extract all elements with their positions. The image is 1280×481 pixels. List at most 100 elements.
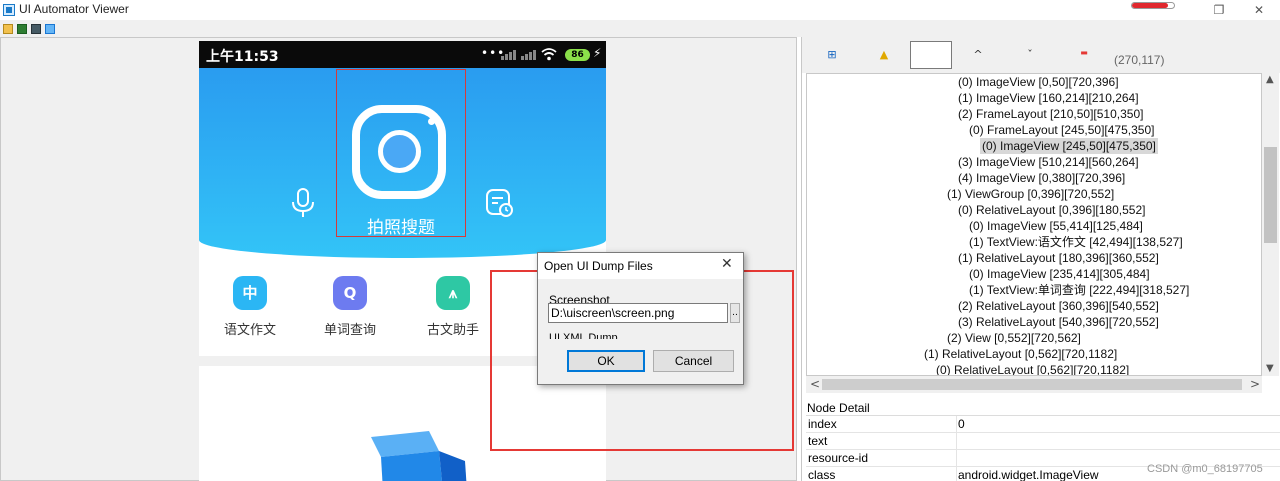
vertical-scroll-thumb[interactable]	[1264, 147, 1277, 243]
tree-node[interactable]: (0) FrameLayout [245,50][475,350]	[969, 122, 1154, 138]
xml-dump-label: UI XML Dump	[549, 332, 618, 339]
detail-row[interactable]: text	[806, 433, 1280, 450]
hierarchy-toolbar: ⊞ ▲ ^ ˇ ▬ (270,117)	[802, 37, 1280, 73]
ok-button[interactable]: OK	[567, 350, 645, 372]
tool-classical-helper[interactable]: ⩚ 古文助手	[418, 276, 488, 338]
hierarchy-tree[interactable]: (0) ImageView [0,50][720,396] (1) ImageVi…	[806, 73, 1262, 376]
tree-node[interactable]: (0) RelativeLayout [0,562][720,1182]	[936, 362, 1129, 375]
dialog-title: Open UI Dump Files	[544, 259, 653, 273]
cursor-coordinates: (270,117)	[1114, 53, 1165, 67]
warning-icon[interactable]: ▲	[876, 48, 892, 61]
signal-bar-icon	[529, 52, 532, 60]
detail-column-separator	[956, 450, 957, 467]
detail-column-separator	[956, 433, 957, 450]
window-title: UI Automator Viewer	[19, 2, 129, 16]
status-time: 上午11:53	[206, 49, 279, 65]
detail-key: class	[808, 468, 836, 481]
save-icon[interactable]	[45, 24, 55, 34]
photo-search-banner: 拍照搜题	[199, 68, 606, 258]
dialog-close-button[interactable]: ✕	[721, 256, 733, 272]
tree-vertical-scrollbar[interactable]: ▲ ▼	[1262, 73, 1279, 376]
detail-value: android.widget.ImageView	[958, 468, 1099, 481]
next-node-icon[interactable]: ˇ	[1022, 48, 1038, 61]
restore-window-button[interactable]: ❐	[1204, 1, 1234, 19]
tree-node[interactable]: (3) ImageView [510,214][560,264]	[958, 154, 1139, 170]
signal-bar-icon	[513, 50, 516, 60]
tree-node[interactable]: (0) ImageView [235,414][305,484]	[969, 266, 1150, 282]
tree-horizontal-scrollbar[interactable]: < >	[806, 376, 1262, 393]
open-folder-icon[interactable]	[3, 24, 13, 34]
scroll-right-arrow-icon[interactable]: >	[1250, 377, 1260, 391]
phone-status-bar: 上午11:53 ••• 86 ⚡	[199, 41, 606, 68]
tree-node[interactable]: (1) RelativeLayout [0,562][720,1182]	[924, 346, 1117, 362]
collapse-icon[interactable]: ▬	[1076, 48, 1092, 57]
signal-bar-icon	[501, 56, 504, 60]
hierarchy-pane: ⊞ ▲ ^ ˇ ▬ (270,117) (0) ImageView [0,50]…	[801, 37, 1280, 481]
signal-bar-icon	[525, 54, 528, 60]
detail-key: text	[808, 434, 828, 448]
tree-node[interactable]: (0) RelativeLayout [0,396][180,552]	[958, 202, 1145, 218]
tree-node[interactable]: (0) ImageView [245,50][475,350]	[980, 138, 1158, 154]
signal-bar-icon	[521, 56, 524, 60]
scroll-up-arrow-icon[interactable]: ▲	[1266, 74, 1274, 85]
photo-search-label[interactable]: 拍照搜题	[337, 213, 465, 238]
tree-node[interactable]: (1) TextView:单词查询 [222,494][318,527]	[969, 282, 1189, 298]
detail-row[interactable]: index 0	[806, 416, 1280, 433]
browse-screenshot-button[interactable]: ..	[730, 303, 740, 323]
tree-node[interactable]: (3) RelativeLayout [540,396][720,552]	[958, 314, 1159, 330]
compressed-screenshot-icon[interactable]	[31, 24, 41, 34]
previous-node-icon[interactable]: ^	[970, 48, 986, 61]
tree-node[interactable]: (1) TextView:语文作文 [42,494][138,527]	[969, 234, 1183, 250]
tree-node[interactable]: (1) ImageView [160,214][210,264]	[958, 90, 1139, 106]
tree-node[interactable]: (0) ImageView [55,414][125,484]	[969, 218, 1143, 234]
search-icon: Q	[333, 276, 367, 310]
tool-label: 单词查询	[323, 323, 376, 338]
tree-node[interactable]: (4) ImageView [0,380][720,396]	[958, 170, 1125, 186]
screenshot-path-field[interactable]: D:\uiscreen\screen.png	[548, 303, 728, 323]
node-detail-title: Node Detail	[807, 401, 870, 415]
scroll-left-arrow-icon[interactable]: <	[810, 377, 820, 391]
window-progress-bar	[1131, 2, 1175, 9]
tool-word-lookup[interactable]: Q 单词查询	[315, 276, 385, 338]
toggle-nodes-button[interactable]	[910, 41, 952, 69]
detail-column-separator	[956, 416, 957, 433]
camera-flash-dot	[428, 118, 435, 125]
tree-node[interactable]: (0) ImageView [0,50][720,396]	[958, 74, 1119, 90]
cancel-button[interactable]: Cancel	[653, 350, 734, 372]
tree-node[interactable]: (2) RelativeLayout [360,396][540,552]	[958, 298, 1159, 314]
tool-label: 语文作文	[223, 323, 276, 338]
signal-bar-icon	[509, 52, 512, 60]
close-window-button[interactable]: ✕	[1244, 1, 1274, 19]
tree-node[interactable]: (2) View [0,552][720,562]	[947, 330, 1081, 346]
detail-key: resource-id	[808, 451, 869, 465]
essay-icon: 中	[233, 276, 267, 310]
tree-node[interactable]: (1) ViewGroup [0,396][720,552]	[947, 186, 1114, 202]
microphone-icon[interactable]	[291, 188, 315, 218]
window-progress-fill	[1132, 3, 1168, 8]
tool-chinese-essay[interactable]: 中 语文作文	[215, 276, 285, 338]
tree-node[interactable]: (2) FrameLayout [210,50][510,350]	[958, 106, 1143, 122]
illustration-cube	[371, 431, 467, 481]
app-icon	[3, 4, 15, 16]
tree-node[interactable]: (1) RelativeLayout [180,396][360,552]	[958, 250, 1159, 266]
scroll-down-arrow-icon[interactable]: ▼	[1266, 363, 1274, 374]
dialog-titlebar: Open UI Dump Files ✕	[538, 253, 743, 279]
device-screenshot-icon[interactable]	[17, 24, 27, 34]
main-toolbar	[0, 20, 1280, 37]
detail-key: index	[808, 417, 837, 431]
window-titlebar: UI Automator Viewer ❐ ✕	[0, 0, 1280, 20]
battery-indicator: 86	[565, 49, 590, 61]
signal-bar-icon	[505, 54, 508, 60]
charging-bolt-icon: ⚡	[593, 46, 602, 60]
screenshot-pane: 上午11:53 ••• 86 ⚡ 拍照搜题 中 语文作文 Q 单词查询 ⩚ 古文…	[0, 37, 797, 481]
open-dump-dialog: Open UI Dump Files ✕ Screenshot D:\uiscr…	[537, 252, 744, 385]
camera-lens-icon	[378, 130, 421, 173]
signal-bar-icon	[533, 50, 536, 60]
horizontal-scroll-thumb[interactable]	[822, 379, 1242, 390]
detail-value: 0	[958, 417, 965, 431]
tool-label: 古文助手	[426, 323, 479, 338]
wifi-icon	[541, 48, 557, 61]
history-timer-icon[interactable]	[485, 188, 515, 218]
classical-text-icon: ⩚	[436, 276, 470, 310]
expand-all-icon[interactable]: ⊞	[824, 48, 840, 61]
